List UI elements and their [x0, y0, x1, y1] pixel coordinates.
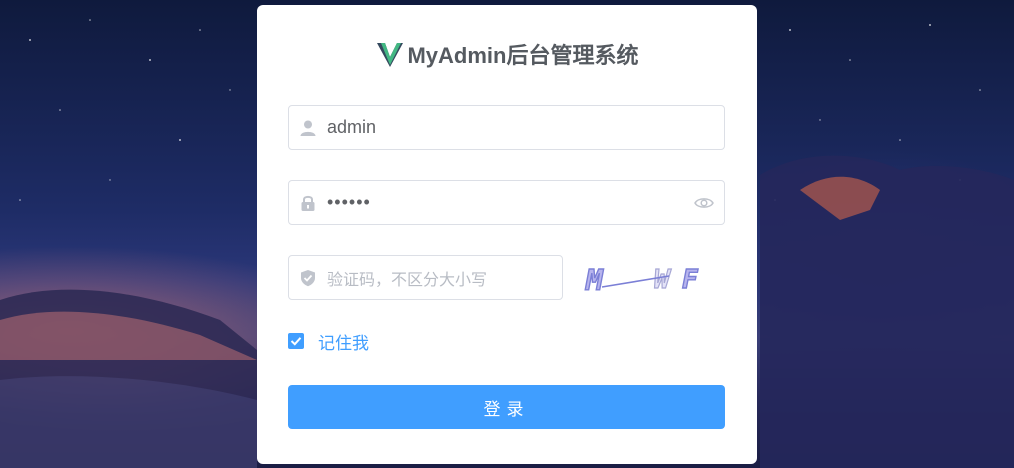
shield-icon	[289, 256, 327, 299]
password-field[interactable]: ••••••	[288, 180, 725, 225]
logo-icon	[377, 43, 404, 67]
captcha-placeholder: 验证码，不区分大小写	[327, 271, 488, 289]
remember-me-checkbox[interactable]: 记住我	[288, 329, 369, 354]
lock-icon	[289, 181, 327, 224]
svg-text:F: F	[682, 265, 699, 295]
remember-me-label: 记住我	[318, 333, 369, 354]
eye-icon[interactable]	[684, 181, 724, 224]
username-field[interactable]: admin	[288, 105, 725, 150]
svg-text:W: W	[654, 265, 672, 295]
login-button[interactable]: 登录	[288, 385, 725, 429]
captcha-field[interactable]: 验证码，不区分大小写	[288, 255, 563, 300]
svg-text:M: M	[585, 264, 604, 297]
login-card: MyAdmin后台管理系统 admin •••••• 验证码，不区分大小写 M …	[257, 5, 757, 464]
checkbox-checked-icon[interactable]	[288, 333, 304, 349]
captcha-image[interactable]: M W F	[584, 260, 718, 300]
username-value: admin	[327, 117, 377, 137]
page-title: MyAdmin后台管理系统	[407, 43, 639, 68]
password-value: ••••••	[327, 192, 371, 212]
header: MyAdmin后台管理系统	[257, 37, 757, 71]
user-icon	[289, 106, 327, 149]
